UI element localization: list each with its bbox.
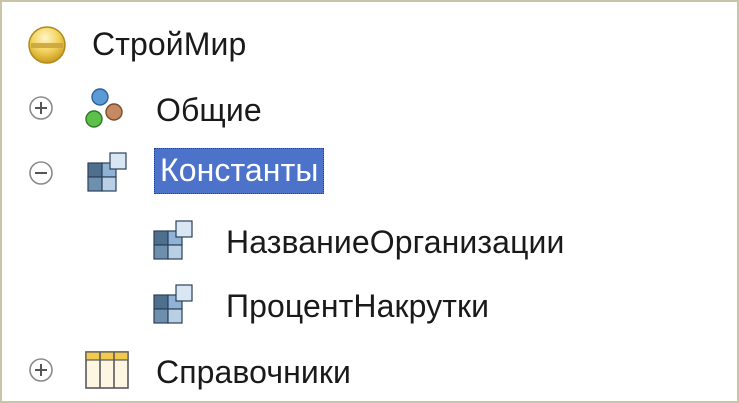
- tree-item-catalogs[interactable]: Справочники: [26, 342, 446, 398]
- tree-item-common[interactable]: Общие: [26, 80, 326, 136]
- constant-icon: [152, 219, 196, 263]
- tree-item-label: Общие: [156, 92, 262, 128]
- configuration-tree: СтройМир Общие Константы НазваниеОрганиз…: [0, 0, 739, 403]
- config-root-icon: [26, 24, 68, 66]
- tree-item-organization-name[interactable]: НазваниеОрганизации: [26, 212, 686, 268]
- constant-icon: [152, 283, 196, 327]
- tree-item-markup-percent[interactable]: ПроцентНакрутки: [26, 276, 586, 332]
- tree-item-label: НазваниеОрганизации: [226, 224, 565, 260]
- tree-item-label: ПроцентНакрутки: [226, 288, 490, 324]
- catalogs-icon: [84, 350, 130, 390]
- expand-toggle-icon[interactable]: [28, 357, 54, 383]
- expand-toggle-icon[interactable]: [28, 95, 54, 121]
- tree-item-label: Константы: [154, 148, 325, 194]
- constants-icon: [86, 151, 130, 195]
- tree-item-label: СтройМир: [92, 26, 247, 62]
- tree-item-label: Справочники: [156, 354, 351, 390]
- tree-item-constants[interactable]: Константы: [26, 144, 386, 200]
- common-objects-icon: [82, 85, 130, 133]
- collapse-toggle-icon[interactable]: [28, 160, 54, 186]
